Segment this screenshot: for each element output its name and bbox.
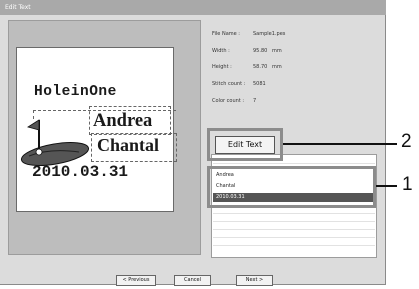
selection-frame-andrea (89, 106, 171, 135)
width-label: Width : (212, 48, 230, 54)
cancel-button[interactable]: Cancel (174, 275, 211, 286)
callout-line-2 (283, 143, 397, 145)
previous-button[interactable]: < Previous (116, 275, 156, 286)
selection-frame-chantal (91, 133, 177, 162)
height-value: 58.70 (253, 64, 268, 70)
list-divider (213, 163, 375, 164)
height-unit: mm (272, 64, 282, 70)
file-name-value: Sample1.pes (253, 31, 286, 37)
design-canvas: HoleinOne Andrea Chantal 2010.03.31 (16, 47, 177, 212)
stitch-count-label: Stitch count : (212, 81, 246, 87)
callout-number-2: 2 (401, 131, 412, 152)
text-list-highlight-frame (207, 166, 376, 208)
width-value: 95.80 (253, 48, 268, 54)
color-count-label: Color count : (212, 98, 245, 104)
list-divider (213, 229, 375, 230)
edit-text-highlight-frame (207, 128, 283, 161)
design-text-line-4[interactable]: 2010.03.31 (32, 163, 128, 181)
design-text-line-1: HoleinOne (34, 84, 117, 100)
list-divider (213, 245, 375, 246)
window-title: Edit Text (0, 0, 386, 15)
file-name-label: File Name : (212, 31, 240, 37)
list-divider (213, 237, 375, 238)
stitch-count-value: 5081 (253, 81, 266, 87)
callout-line-1 (376, 185, 397, 187)
list-divider (213, 213, 375, 214)
callout-number-1: 1 (402, 174, 413, 195)
height-label: Height : (212, 64, 232, 70)
width-unit: mm (272, 48, 282, 54)
list-divider (213, 221, 375, 222)
next-button[interactable]: Next > (236, 275, 273, 286)
color-count-value: 7 (253, 98, 257, 104)
